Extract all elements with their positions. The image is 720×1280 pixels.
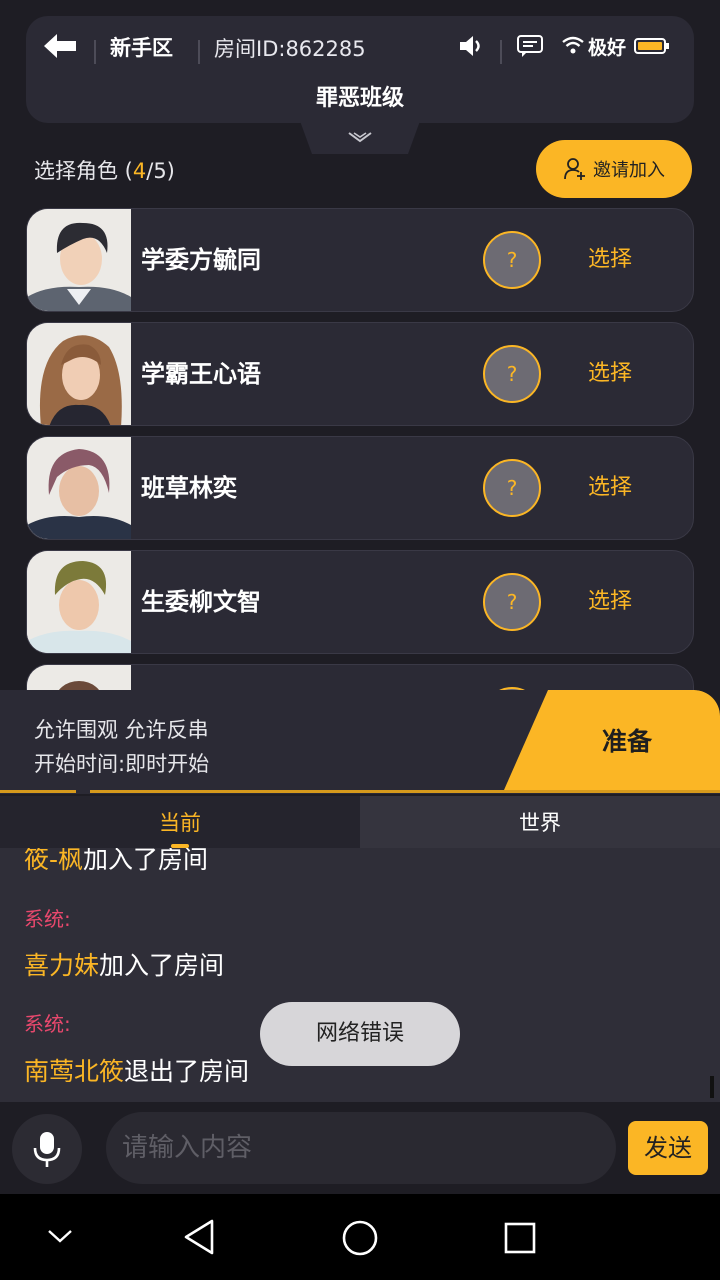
chat-message: 喜力妹加入了房间 — [24, 951, 225, 980]
role-card: 学霸王心语 ? 选择 — [26, 322, 694, 426]
tab-world[interactable]: 世界 — [360, 796, 720, 848]
message-icon[interactable] — [516, 34, 544, 58]
role-status-badge: ? — [483, 231, 541, 289]
system-label: 系统: — [24, 1012, 71, 1036]
chat-username[interactable]: 南莺北筱 — [24, 1057, 124, 1086]
role-status-badge: ? — [483, 345, 541, 403]
role-card: 生委柳文智 ? 选择 — [26, 550, 694, 654]
error-toast: 网络错误 — [260, 1002, 460, 1066]
battery-icon — [634, 38, 669, 54]
chevron-down-icon — [348, 132, 372, 143]
select-role-label: 选择角色 (4/5) — [34, 159, 175, 183]
ready-button[interactable]: 准备 — [504, 690, 720, 790]
room-info-panel: 允许围观 允许反串 开始时间:即时开始 准备 — [0, 690, 720, 794]
chat-input[interactable] — [106, 1112, 616, 1184]
role-avatar — [27, 551, 131, 653]
system-nav-bar — [0, 1194, 720, 1280]
select-role-button[interactable]: 选择 — [573, 323, 647, 425]
add-user-icon — [564, 158, 585, 180]
collapse-tab[interactable] — [300, 121, 420, 154]
chat-username[interactable]: 喜力妹 — [24, 951, 99, 980]
role-name: 班草林奕 — [141, 474, 237, 502]
zone-label: 新手区 — [110, 36, 173, 60]
divider — [94, 40, 96, 64]
invite-button[interactable]: 邀请加入 — [536, 140, 692, 198]
nav-home-icon[interactable] — [340, 1218, 380, 1258]
speaker-icon[interactable] — [458, 33, 484, 59]
role-avatar — [27, 437, 131, 539]
role-name: 生委柳文智 — [141, 588, 261, 616]
role-name: 学霸王心语 — [141, 360, 261, 388]
divider — [500, 40, 502, 64]
role-avatar — [27, 209, 131, 311]
start-time: 开始时间:即时开始 — [34, 752, 210, 776]
role-status-badge: ? — [483, 459, 541, 517]
select-role-button[interactable]: 选择 — [573, 209, 647, 311]
chat-message: 筱-枫加入了房间 — [24, 848, 208, 876]
send-button[interactable]: 发送 — [628, 1121, 708, 1175]
divider — [0, 790, 720, 793]
network-status: 极好 — [588, 37, 627, 59]
divider — [198, 40, 200, 64]
back-arrow-icon[interactable] — [44, 34, 78, 58]
chat-username[interactable]: 筱-枫 — [24, 848, 83, 874]
room-header: 新手区 房间ID:862285 极好 罪恶班级 — [26, 16, 694, 123]
mic-icon — [33, 1132, 61, 1167]
wifi-icon — [562, 36, 584, 54]
scrollbar[interactable] — [710, 1076, 714, 1098]
system-label: 系统: — [24, 907, 71, 931]
voice-button[interactable] — [12, 1114, 82, 1184]
select-role-button[interactable]: 选择 — [573, 437, 647, 539]
chat-message: 南莺北筱退出了房间 — [24, 1057, 250, 1086]
role-card: 学委方毓同 ? 选择 — [26, 208, 694, 312]
nav-back-icon[interactable] — [182, 1218, 218, 1256]
input-bar: 发送 — [0, 1102, 720, 1194]
role-card: 班草林奕 ? 选择 — [26, 436, 694, 540]
nav-recent-icon[interactable] — [502, 1220, 538, 1256]
room-title: 罪恶班级 — [315, 86, 404, 111]
select-role-button[interactable]: 选择 — [573, 551, 647, 653]
tab-current[interactable]: 当前 — [0, 796, 360, 848]
role-avatar — [27, 323, 131, 425]
room-rules: 允许围观 允许反串 — [34, 718, 209, 742]
room-id: 房间ID:862285 — [214, 37, 366, 61]
selected-count: 4 — [132, 159, 147, 183]
role-status-badge: ? — [483, 573, 541, 631]
role-name: 学委方毓同 — [141, 246, 261, 274]
nav-down-icon[interactable] — [46, 1226, 74, 1246]
